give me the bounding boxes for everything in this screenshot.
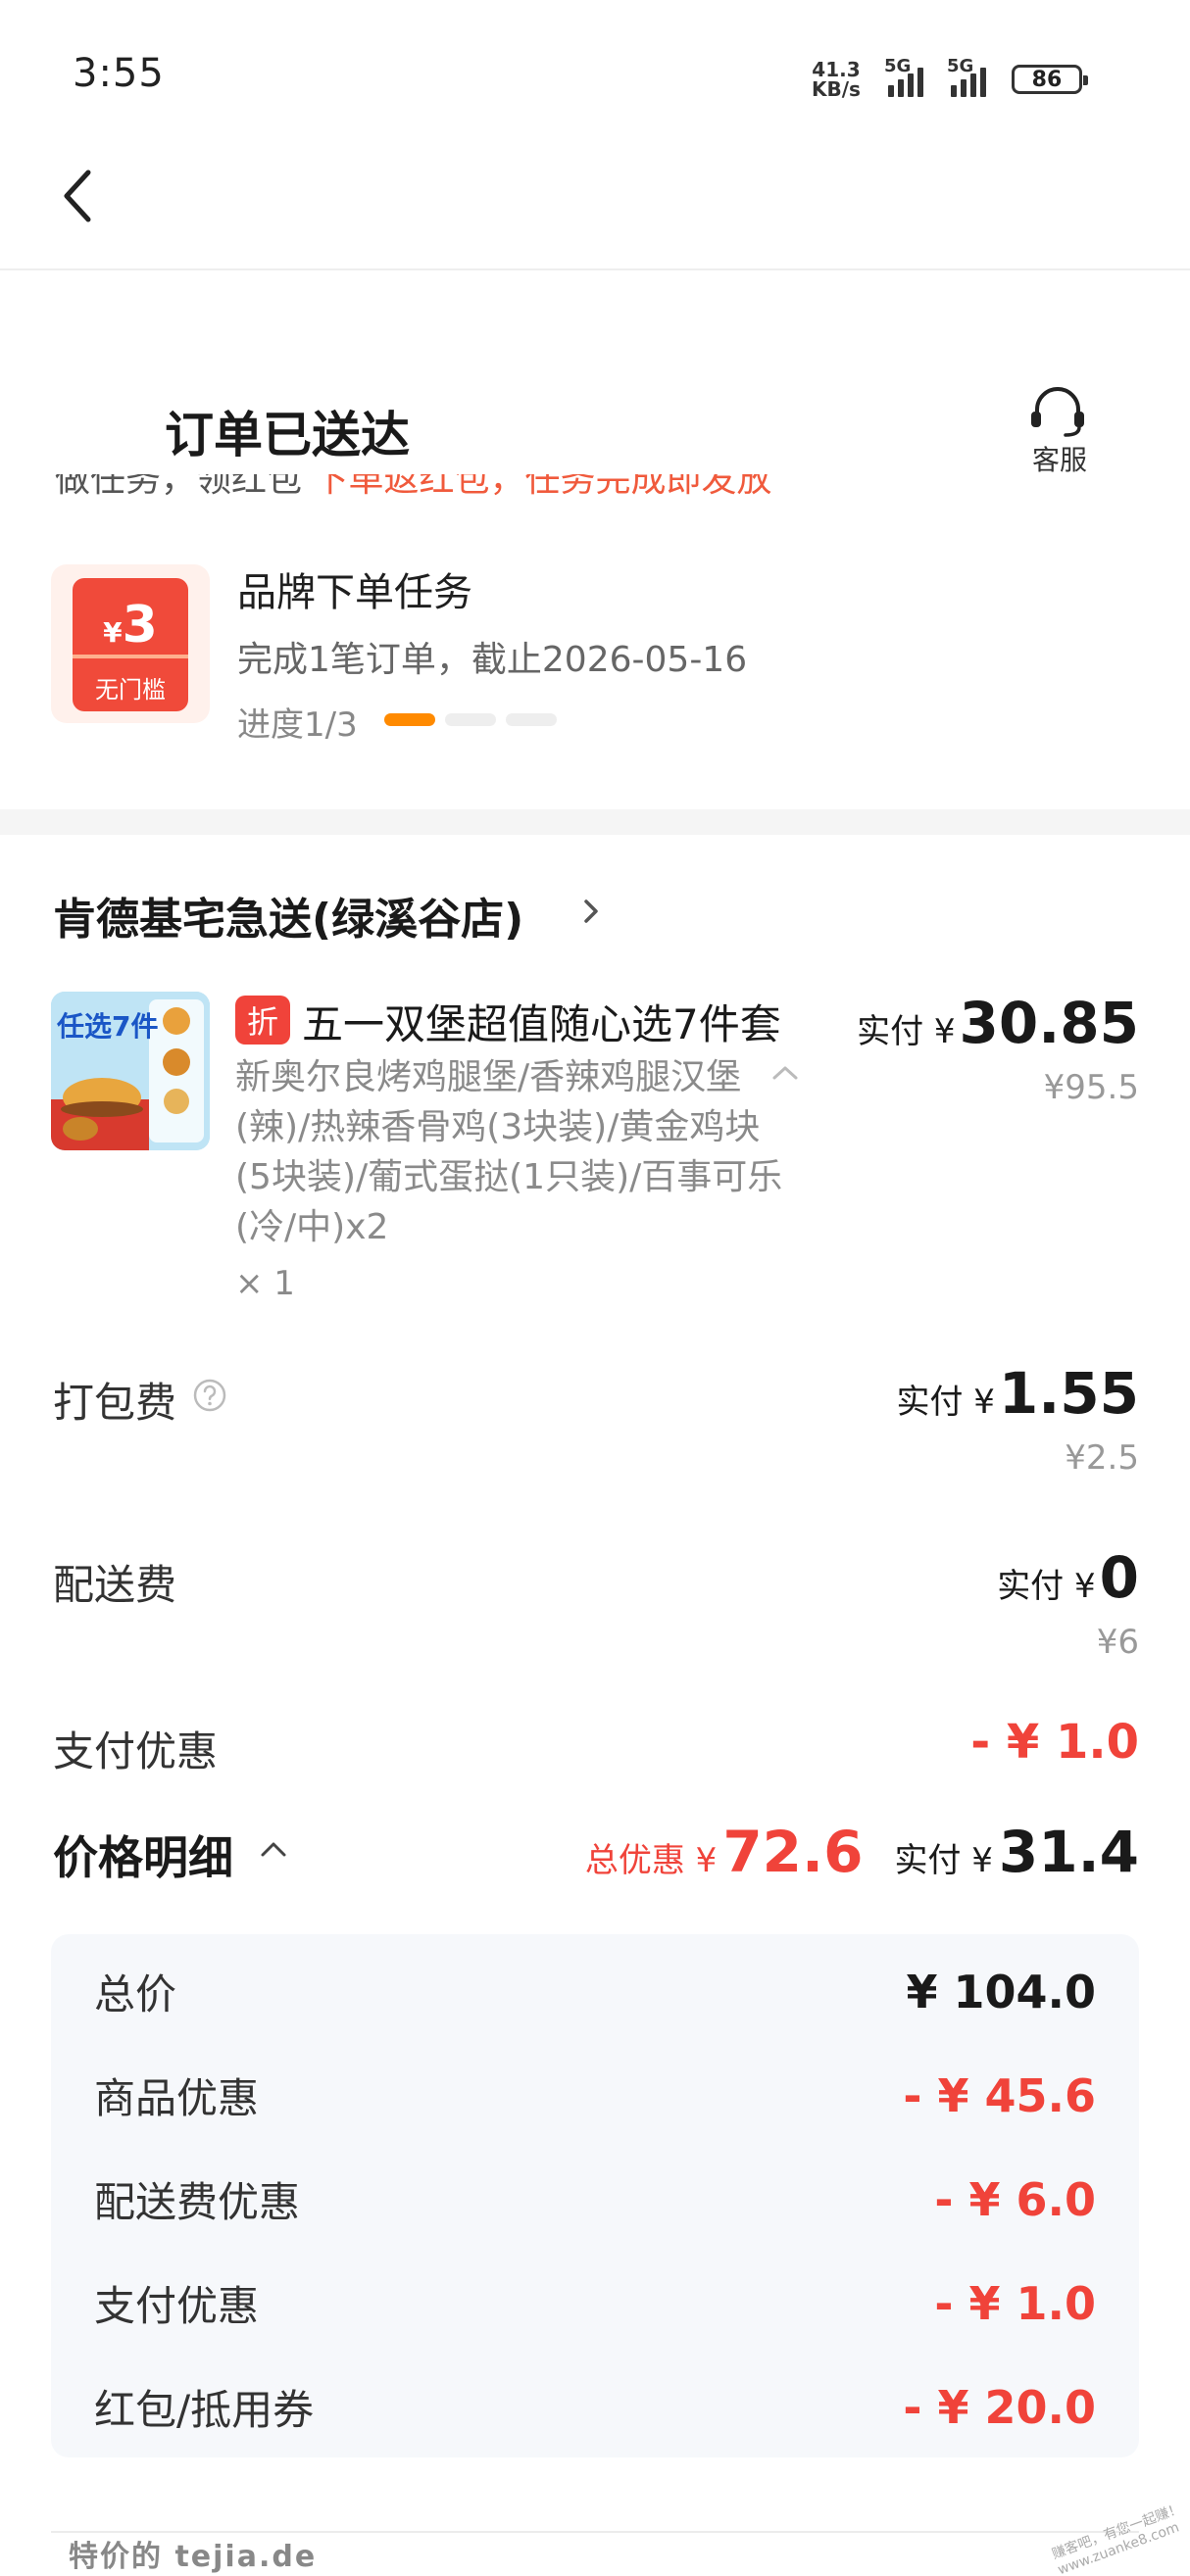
pay-discount-amount: - ¥ 1.0 (970, 1715, 1139, 1770)
chevron-up-icon[interactable] (769, 1062, 802, 1082)
detail-row-delivery-discount: 配送费优惠 - ¥ 6.0 (94, 2169, 1096, 2229)
back-arrow-icon[interactable] (55, 167, 104, 225)
product-description: 新奥尔良烤鸡腿堡/香辣鸡腿汉堡(辣)/热辣香骨鸡(3块装)/黄金鸡块(5块装)/… (235, 1057, 783, 1247)
battery-icon: 86 (1011, 65, 1088, 94)
total-pay-label: 实付 ¥ (894, 1841, 993, 1880)
product-image-label: 任选7件 (57, 1010, 159, 1043)
status-time: 3:55 (73, 51, 165, 96)
network-speed: 41.3 KB/s (812, 60, 861, 99)
detail-row-coupon: 红包/抵用券 - ¥ 20.0 (94, 2377, 1096, 2437)
coupon-symbol: ¥ (103, 616, 123, 649)
battery-level: 86 (1031, 67, 1063, 92)
delivery-fee-pay: 实付 ¥ 0 (997, 1544, 1139, 1611)
detail-value: - ¥ 20.0 (903, 2380, 1096, 2434)
delivery-pay-amount: 0 (1099, 1544, 1139, 1611)
task-description: 完成1笔订单，截止2026-05-16 (237, 640, 748, 680)
delivery-pay-label: 实付 ¥ (997, 1567, 1096, 1606)
signal-gen-label-2: 5G (946, 56, 974, 76)
coupon-amount: 3 (122, 596, 158, 655)
pay-discount-label: 支付优惠 (53, 1727, 219, 1775)
total-discount-label: 总优惠 ¥ (584, 1841, 718, 1880)
task-coupon-thumbnail[interactable]: ¥3 无门槛 (51, 564, 210, 723)
coupon-icon: ¥3 无门槛 (73, 578, 188, 711)
network-speed-unit: KB/s (812, 77, 861, 101)
product-image[interactable]: 任选7件 (51, 992, 210, 1150)
question-circle-icon[interactable] (192, 1378, 227, 1413)
product-original-price: ¥95.5 (1043, 1068, 1139, 1107)
price-detail-box: 总价 ¥ 104.0 商品优惠 - ¥ 45.6 配送费优惠 - ¥ 6.0 支… (51, 1934, 1139, 2457)
task-progress-bar (384, 713, 557, 726)
price-summary: 总优惠 ¥ 72.6 实付 ¥ 31.4 (585, 1819, 1139, 1885)
packing-fee-original: ¥2.5 (1065, 1438, 1139, 1478)
total-pay-amount: 31.4 (998, 1819, 1139, 1885)
packing-pay-amount: 1.55 (998, 1360, 1139, 1427)
header-divider (0, 268, 1190, 270)
detail-value: - ¥ 6.0 (934, 2172, 1096, 2226)
section-separator (0, 809, 1190, 835)
customer-service-button[interactable]: 客服 (1025, 439, 1094, 478)
detail-value: - ¥ 45.6 (903, 2068, 1096, 2122)
signal-icon-2: 5G (947, 56, 986, 97)
detail-value: - ¥ 1.0 (934, 2276, 1096, 2330)
product-name[interactable]: 五一双堡超值随心选7件套 (302, 992, 781, 1051)
headset-icon[interactable] (1025, 384, 1090, 439)
coupon-label: 无门槛 (95, 676, 166, 704)
detail-row-total: 总价 ¥ 104.0 (94, 1962, 1096, 2021)
progress-segment (506, 713, 557, 726)
signal-gen-label: 5G (883, 56, 912, 76)
corner-watermark: 赚客吧，有您一起赚！ www.zuanke8.com (1050, 2501, 1185, 2576)
store-name-link[interactable]: 肯德基宅急送(绿溪谷店) (53, 884, 523, 947)
delivery-fee-label: 配送费 (53, 1561, 177, 1609)
product-quantity: × 1 (235, 1264, 295, 1303)
watermark-text: 特价的 tejia.de (69, 2540, 318, 2574)
chevron-right-icon[interactable] (578, 894, 604, 929)
product-pay-label: 实付 ¥ (857, 1012, 956, 1051)
detail-value: ¥ 104.0 (906, 1965, 1096, 2018)
task-banner-highlight: 下单返红包，任务完成即发放 (313, 474, 772, 500)
discount-badge: 折 (235, 996, 290, 1045)
detail-label: 总价 (94, 1970, 177, 2018)
product-pay-amount: 30.85 (959, 990, 1139, 1056)
detail-row-goods-discount: 商品优惠 - ¥ 45.6 (94, 2066, 1096, 2125)
progress-segment (384, 713, 435, 726)
total-discount-amount: 72.6 (722, 1819, 864, 1885)
progress-segment (445, 713, 496, 726)
detail-label: 支付优惠 (94, 2282, 260, 2330)
detail-label: 配送费优惠 (94, 2178, 301, 2226)
product-pay: 实付 ¥ 30.85 (857, 990, 1139, 1056)
task-banner-text: 做任务，领红包 (55, 474, 303, 500)
status-indicators: 41.3 KB/s 5G 5G 86 (812, 55, 1088, 104)
price-detail-toggle[interactable]: 价格明细 (53, 1823, 233, 1887)
detail-label: 红包/抵用券 (94, 2386, 315, 2434)
packing-pay-label: 实付 ¥ (896, 1383, 995, 1422)
delivery-fee-original: ¥6 (1096, 1623, 1139, 1662)
packing-fee-label: 打包费 (53, 1379, 177, 1427)
network-speed-value: 41.3 (812, 58, 861, 81)
detail-label: 商品优惠 (94, 2074, 260, 2122)
task-name[interactable]: 品牌下单任务 (237, 560, 472, 617)
task-progress-label: 进度1/3 (237, 705, 358, 745)
order-status-title: 订单已送达 (165, 407, 410, 463)
task-banner-partial: 做任务，领红包 下单返红包，任务完成即发放 (55, 474, 1133, 513)
signal-icon: 5G (884, 56, 923, 97)
detail-row-pay-discount: 支付优惠 - ¥ 1.0 (94, 2273, 1096, 2333)
packing-fee-pay: 实付 ¥ 1.55 (896, 1360, 1139, 1427)
chevron-up-icon-price[interactable] (257, 1838, 290, 1860)
